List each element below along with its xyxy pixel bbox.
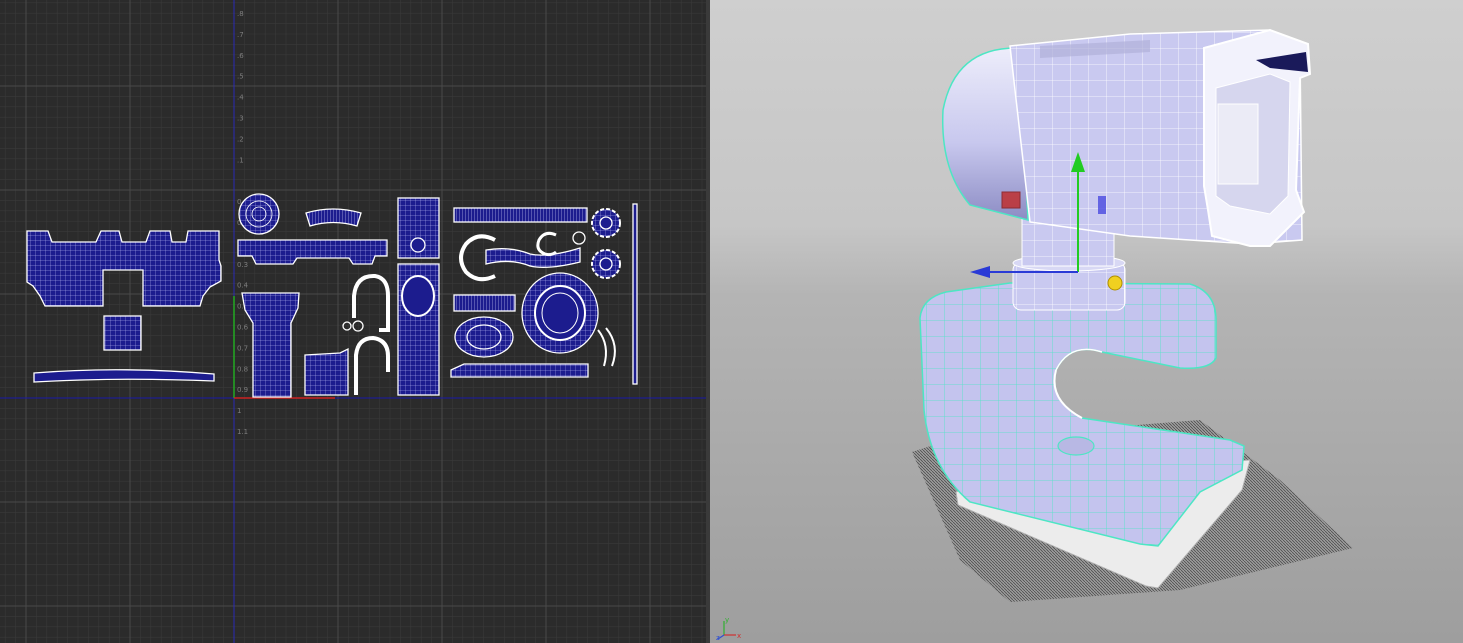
uv-shell-wave[interactable] — [485, 247, 581, 268]
v-tick-label: 1.1 — [237, 428, 248, 436]
axis-y-label: y — [725, 616, 729, 624]
uv-shell-grille[interactable] — [453, 294, 516, 312]
v-tick-label: .3 — [237, 115, 244, 123]
uv-shell-small-pieces[interactable] — [304, 347, 349, 396]
perspective-viewport[interactable]: y x z — [710, 0, 1463, 643]
uv-shell-hook-upper[interactable] — [352, 273, 390, 332]
uv-shell-base-top[interactable] — [26, 230, 222, 307]
uv-shell-lens-disc[interactable] — [238, 193, 280, 235]
uv-shell-gear-top[interactable] — [591, 208, 621, 238]
uv-shell-top-bar[interactable] — [237, 239, 388, 265]
v-tick-label: .7 — [237, 31, 244, 39]
viewport-canvas[interactable] — [710, 0, 1463, 643]
uv-texture-editor[interactable]: .8.7.6.5.4.3.2.100.10.20.30.40.50.60.70.… — [0, 0, 706, 643]
uv-shell-gear-bottom[interactable] — [591, 249, 621, 279]
view-axis-triad: y x z — [716, 616, 741, 641]
axis-x-label: x — [737, 632, 741, 640]
v-tick-label: 0.7 — [237, 344, 248, 352]
v-tick-label: 0.4 — [237, 282, 249, 290]
uv-shell-thin-strip[interactable] — [632, 203, 638, 385]
uv-shell-square[interactable] — [103, 315, 142, 351]
v-tick-label: .1 — [237, 156, 244, 164]
v-tick-label: .5 — [237, 73, 244, 81]
v-tick-label: 1 — [237, 407, 241, 415]
uv-canvas[interactable]: .8.7.6.5.4.3.2.100.10.20.30.40.50.60.70.… — [0, 0, 706, 643]
v-tick-label: .2 — [237, 135, 244, 143]
axis-z-label: z — [716, 634, 720, 641]
uv-shell-arc-band[interactable] — [305, 208, 362, 227]
uv-shell-ruler[interactable] — [453, 207, 588, 223]
uv-shell-bottom-strip[interactable] — [450, 363, 589, 378]
uv-shell-strip-long[interactable] — [33, 369, 215, 383]
uv-shell-barrel-column[interactable] — [241, 292, 300, 398]
lens-glass — [1217, 103, 1259, 185]
v-tick-label: 0.8 — [237, 365, 248, 373]
uv-shell-c-small[interactable] — [536, 231, 557, 257]
v-tick-label: 0.9 — [237, 386, 248, 394]
v-tick-label: .4 — [237, 94, 244, 102]
v-tick-label: .6 — [237, 52, 244, 60]
v-tick-label: 0.6 — [237, 324, 249, 332]
uv-shell-front-oval[interactable] — [454, 316, 514, 358]
v-tick-label: 0.3 — [237, 261, 248, 269]
v-tick-label: .8 — [237, 10, 244, 18]
